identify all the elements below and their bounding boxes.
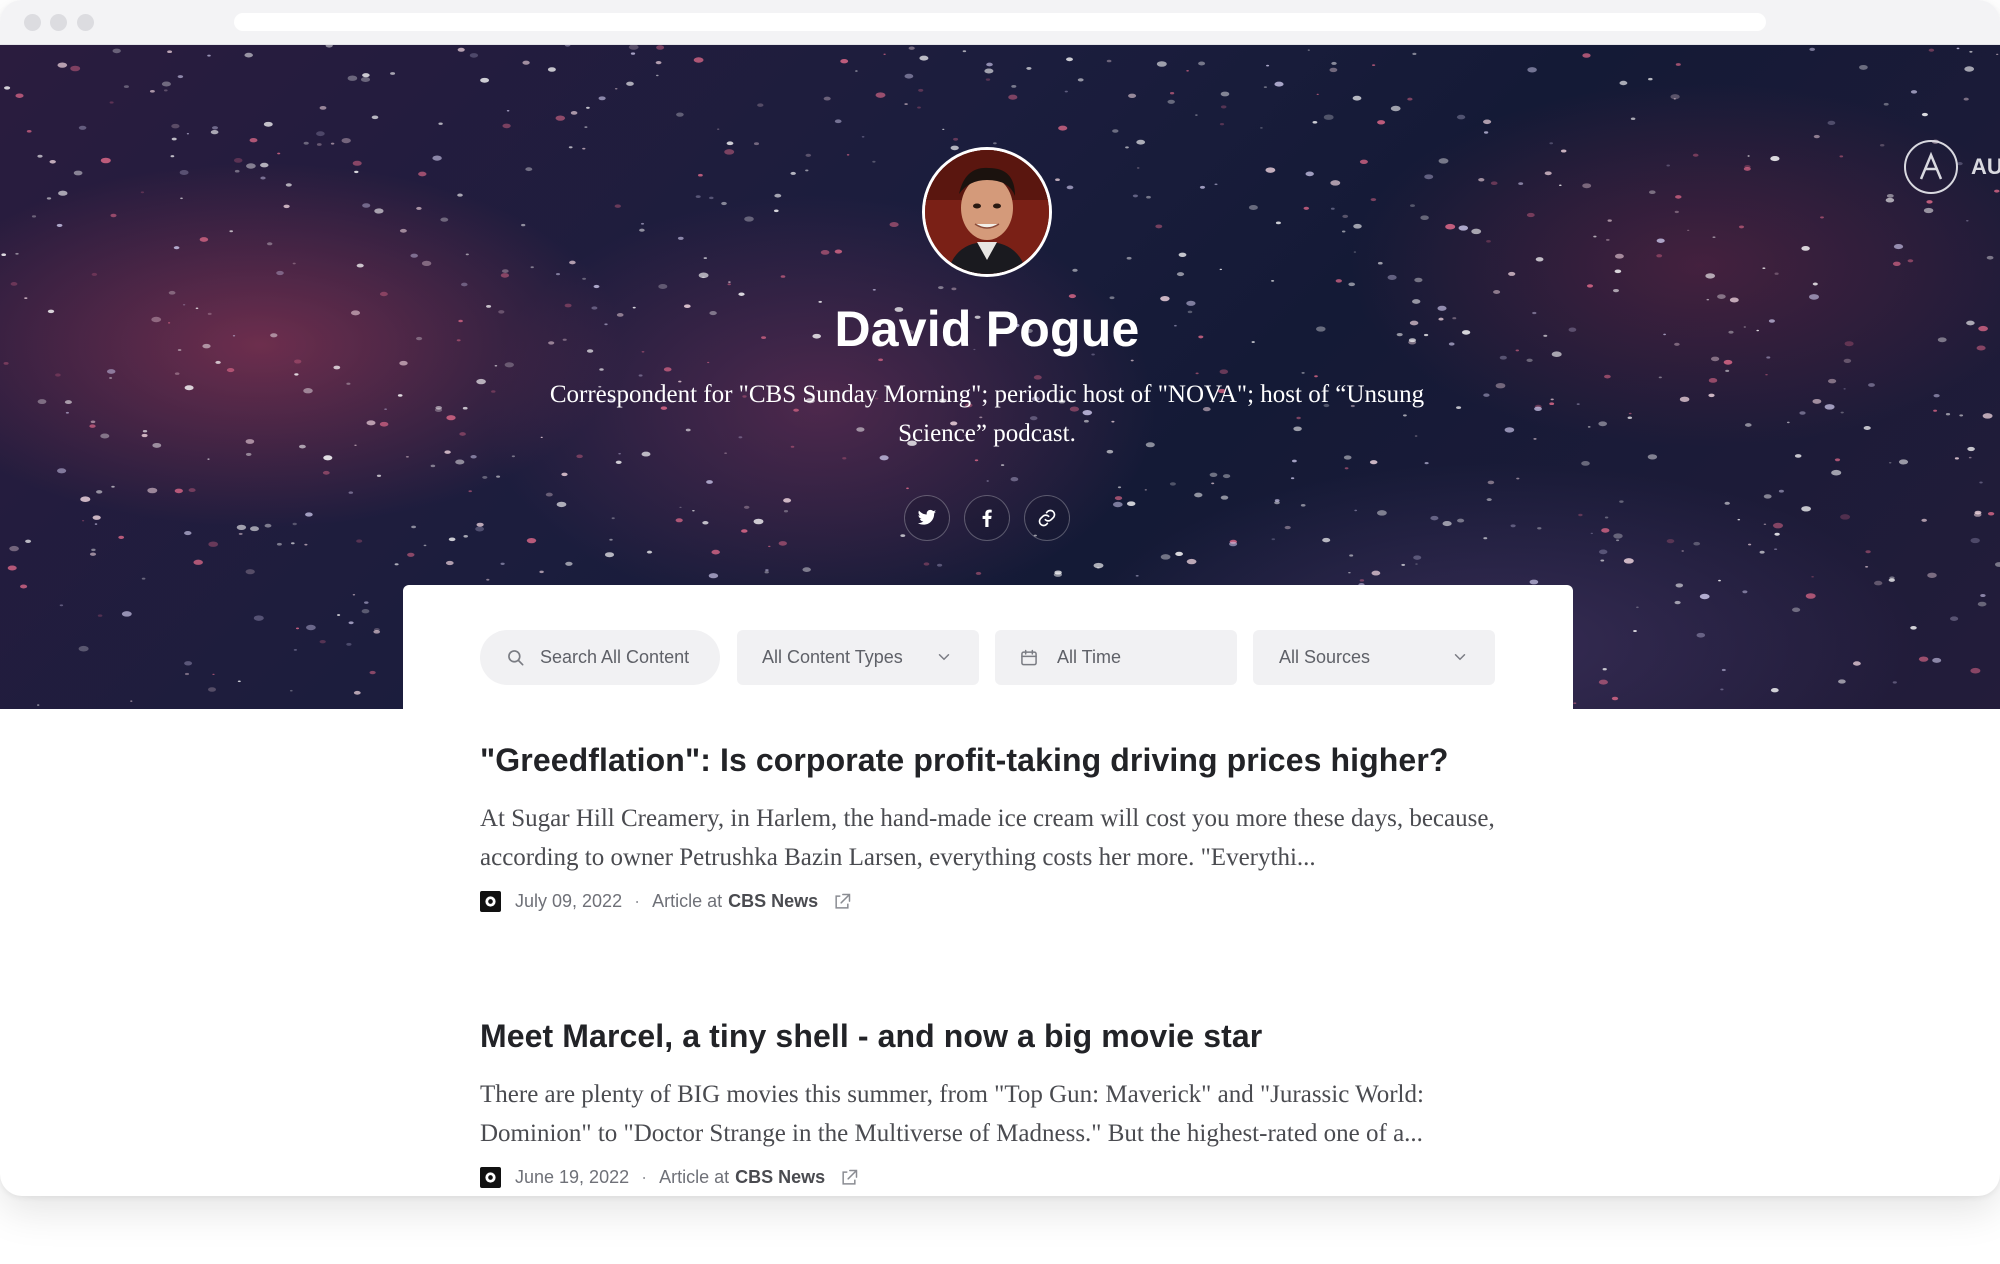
article-meta: July 09, 2022 · Article at CBS News <box>480 891 1500 912</box>
twitter-button[interactable] <box>904 495 950 541</box>
brand-logo-icon[interactable] <box>1904 140 1958 194</box>
article-description: At Sugar Hill Creamery, in Harlem, the h… <box>480 805 1495 871</box>
time-range-value: All Time <box>1057 647 1122 667</box>
meta-separator: · <box>634 891 641 911</box>
article-source[interactable]: CBS News <box>735 1167 825 1188</box>
profile-name: David Pogue <box>834 301 1140 357</box>
window-close-dot[interactable] <box>24 14 41 31</box>
article-title[interactable]: Meet Marcel, a tiny shell - and now a bi… <box>480 1018 1500 1055</box>
article-source[interactable]: CBS News <box>728 891 818 912</box>
search-placeholder: Search All Content <box>540 647 690 667</box>
search-input[interactable]: Search All Content <box>480 630 720 685</box>
content-type-select[interactable]: All Content Types <box>737 630 979 685</box>
calendar-icon <box>1021 649 1037 665</box>
window-minimize-dot[interactable] <box>50 14 67 31</box>
facebook-button[interactable] <box>964 495 1010 541</box>
external-link-icon[interactable] <box>832 892 852 912</box>
meta-separator: · <box>641 1167 648 1187</box>
browser-chrome <box>0 0 2000 45</box>
link-icon <box>1038 509 1056 527</box>
article-type: Article at <box>659 1167 730 1187</box>
time-range-select[interactable]: All Time <box>995 630 1237 685</box>
brand-label[interactable]: AU <box>1971 154 2000 180</box>
avatar <box>922 147 1052 277</box>
twitter-icon <box>917 509 937 525</box>
sources-value: All Sources <box>1279 647 1371 667</box>
cbs-logo-icon <box>480 891 501 912</box>
content-type-value: All Content Types <box>762 647 903 667</box>
article-meta: June 19, 2022 · Article at CBS News <box>480 1167 1500 1188</box>
facebook-icon <box>982 509 992 527</box>
article-title[interactable]: "Greedflation": Is corporate profit-taki… <box>480 742 1500 779</box>
article-description: There are plenty of BIG movies this summ… <box>480 1081 1424 1147</box>
article-card[interactable]: Meet Marcel, a tiny shell - and now a bi… <box>480 1018 1500 1188</box>
browser-window: AU David Pogue Correspondent for "CBS Su… <box>0 0 2000 1196</box>
sources-select[interactable]: All Sources <box>1253 630 1495 685</box>
article-date: June 19, 2022 <box>515 1167 630 1187</box>
external-link-icon[interactable] <box>839 1168 859 1188</box>
cbs-logo-icon <box>480 1167 501 1188</box>
chevron-down-icon <box>938 654 950 661</box>
window-maximize-dot[interactable] <box>77 14 94 31</box>
search-icon <box>508 649 524 665</box>
article-card[interactable]: "Greedflation": Is corporate profit-taki… <box>480 742 1500 912</box>
article-date: July 09, 2022 <box>515 891 623 911</box>
address-bar[interactable] <box>234 13 1766 31</box>
article-type: Article at <box>652 891 723 911</box>
chevron-down-icon <box>1454 654 1466 661</box>
profile-bio: Correspondent for "CBS Sunday Morning"; … <box>549 381 1425 447</box>
link-button[interactable] <box>1024 495 1070 541</box>
